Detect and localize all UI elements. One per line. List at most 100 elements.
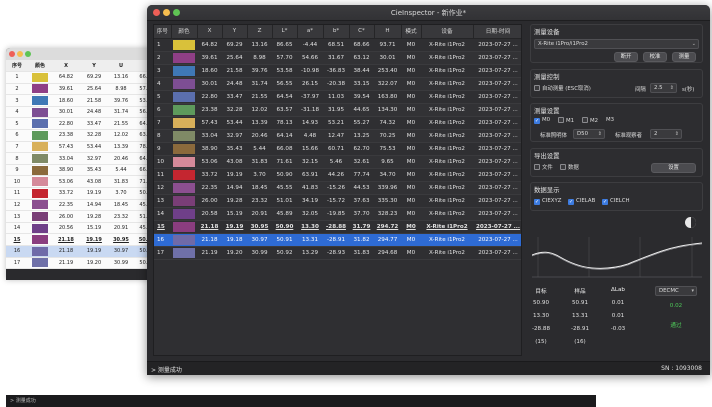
background-column-header: 序号 [6,60,28,73]
table-row[interactable]: 14 20.58 15.19 20.91 45.89 32.05 -19.85 37.70 32… [154,207,521,221]
background-cell: 13 [6,210,28,223]
background-cell: 57.43 [52,141,80,154]
background-cell: 12.02 [108,129,134,142]
table-row[interactable]: 9 38.90 35.43 5.44 66.08 15.66 60.71 62.70 75.53… [154,142,521,156]
cell-h: 335.30 [374,194,401,208]
bg-minimize-icon [17,51,23,57]
mode-m1-box [558,117,564,123]
row-index: 16 [154,233,171,247]
cell-b: 12.47 [323,129,349,143]
column-header[interactable]: X [197,25,223,39]
column-header[interactable]: 设备 [421,25,474,39]
export-file-checkbox[interactable]: 文件 [534,164,553,172]
table-row[interactable]: 12 22.35 14.94 18.45 45.55 41.83 -15.26 44.53 33… [154,181,521,195]
measure-button[interactable]: 测量 [672,52,696,62]
cell-device: X-Rite i1Pro2 [421,38,473,52]
observer-select[interactable]: 2 ⇕ [650,129,682,139]
background-cell: 39.76 [108,94,134,107]
background-cell: 31.83 [108,175,134,189]
display-cielab-checkbox[interactable]: ✓ CIELAB [568,198,595,205]
table-row[interactable]: 3 18.60 21.58 39.76 53.58 -10.98 -36.83 38.44 25… [154,64,521,78]
disconnect-button[interactable]: 断开 [614,52,638,62]
table-row[interactable]: 2 39.61 25.64 8.98 57.70 54.66 31.67 63.12 30.01… [154,51,521,65]
display-cielch-checkbox[interactable]: ✓ CIELCH [602,198,630,205]
cell-x: 57.43 [197,116,222,130]
color-cell [171,51,197,65]
delta-formula-select[interactable]: DECMC ▾ [655,286,697,296]
table-row[interactable]: 16 21.18 19.18 30.97 50.91 13.31 -28.91 31.82 29… [154,233,521,247]
measurement-table-container: 序号 颜色 X Y Z L* a* b* C* H 模式 设备 日期-时间 1 64.82 69.29 13.… [153,24,522,356]
compare-target-header: 目标 [535,289,547,295]
column-header[interactable]: 颜色 [171,25,198,39]
cell-b: -36.83 [323,64,349,78]
export-settings-button[interactable]: 设置 [651,163,696,173]
device-select[interactable]: X-Rite i1Pro/i1Pro2 ⌄ [534,39,699,49]
column-header[interactable]: C* [349,25,375,39]
cell-c: 32.61 [349,155,374,169]
table-row[interactable]: 1 64.82 69.29 13.16 86.65 -4.44 68.51 68.66 93.7… [154,38,521,52]
background-cell: 1 [6,71,28,84]
background-cell: 14.94 [80,199,108,212]
column-header[interactable]: 序号 [154,25,172,39]
calibrate-button[interactable]: 校准 [643,52,667,62]
background-status-bar: > 测量成功 [6,395,596,407]
table-row[interactable]: 17 21.19 19.20 30.99 50.92 13.29 -28.93 31.83 29… [154,246,521,260]
table-row[interactable]: 10 53.06 43.08 31.83 71.61 32.15 5.46 32.61 9.65… [154,155,521,169]
table-row[interactable]: 7 57.43 53.44 13.39 78.13 14.93 53.21 55.27 74.3… [154,116,521,130]
interval-stepper[interactable]: 2.5 ⇕ [650,83,677,93]
cell-y: 14.94 [222,181,247,195]
table-row[interactable]: 8 33.04 32.97 20.46 64.14 4.48 12.47 13.25 70.25… [154,129,521,143]
background-cell: 20.56 [52,222,80,235]
column-header[interactable]: H [374,25,402,39]
column-header[interactable]: Y [222,25,248,39]
measurement-table[interactable]: 序号 颜色 X Y Z L* a* b* C* H 模式 设备 日期-时间 1 64.82 69.29 13.… [154,25,521,260]
export-data-checkbox[interactable]: 数据 [560,164,579,172]
cell-device: X-Rite i1Pro2 [421,168,473,182]
column-header[interactable]: L* [272,25,298,39]
table-row[interactable]: 6 23.38 32.28 12.02 63.57 -31.18 31.95 44.65 134… [154,103,521,117]
background-cell: 21.18 [52,233,80,246]
background-cell: 19.20 [80,257,108,270]
cell-datetime: 2023-07-27 ... [473,207,521,221]
column-header[interactable]: 日期-时间 [473,25,521,39]
table-row[interactable]: 4 30.01 24.48 31.74 56.55 26.15 -20.38 33.15 322… [154,77,521,91]
table-row[interactable]: 11 33.72 19.19 3.70 50.90 63.91 44.26 77.74 34.7… [154,168,521,182]
background-cell: 20.91 [108,222,134,235]
mode-m2-label: M2 [590,118,599,124]
contrast-toggle-icon[interactable] [685,217,696,228]
background-table-row: 7 57.43 53.44 13.39 78.1 [6,141,156,154]
observer-value: 2 [654,131,658,137]
auto-measure-checkbox-box [534,85,540,91]
table-row[interactable]: 5 22.80 33.47 21.55 64.54 -37.97 11.03 39.54 163… [154,90,521,104]
cell-device: X-Rite i1Pro2 [421,77,473,91]
illuminant-select[interactable]: D50 ⇕ [573,129,605,139]
mode-m0-checkbox[interactable]: ✓ M0 [534,117,550,124]
background-cell: 19.28 [80,210,108,223]
cell-device: X-Rite i1Pro2 [421,103,473,117]
background-color-swatch [32,235,48,245]
cell-x: 20.58 [197,207,222,221]
background-color-cell [28,164,52,177]
display-ciexyz-checkbox[interactable]: ✓ CIEXYZ [534,198,561,205]
title-bar[interactable]: CieInspector - 新作业* [147,5,710,21]
cell-mode: M0 [401,51,421,65]
cell-device: X-Rite i1Pro2 [421,64,473,78]
mode-m1-checkbox[interactable]: M1 [558,117,574,125]
background-cell: 10 [6,175,28,189]
cell-z: 13.16 [247,38,272,52]
cell-y: 43.08 [222,155,247,169]
cell-b: -15.72 [323,194,349,208]
column-header[interactable]: b* [323,25,350,39]
mode-m2-checkbox[interactable]: M2 [582,117,598,125]
mode-m3-checkbox[interactable]: M3 [606,117,614,124]
mode-m0-label: M0 [542,117,551,123]
cell-c: 62.70 [349,142,374,156]
column-header[interactable]: 模式 [401,25,422,39]
column-header[interactable]: a* [297,25,324,39]
background-table-row: 15 21.18 19.19 30.95 50.9 [6,233,156,246]
auto-measure-checkbox[interactable]: 自动测量 (ESC取消) [534,85,591,93]
column-header[interactable]: Z [247,25,273,39]
table-row[interactable]: 13 26.00 19.28 23.32 51.01 34.19 -15.72 37.63 33… [154,194,521,208]
background-cell: 8.98 [108,83,134,96]
table-row[interactable]: 15 21.18 19.19 30.95 50.90 13.30 -28.88 31.79 29… [154,220,521,234]
